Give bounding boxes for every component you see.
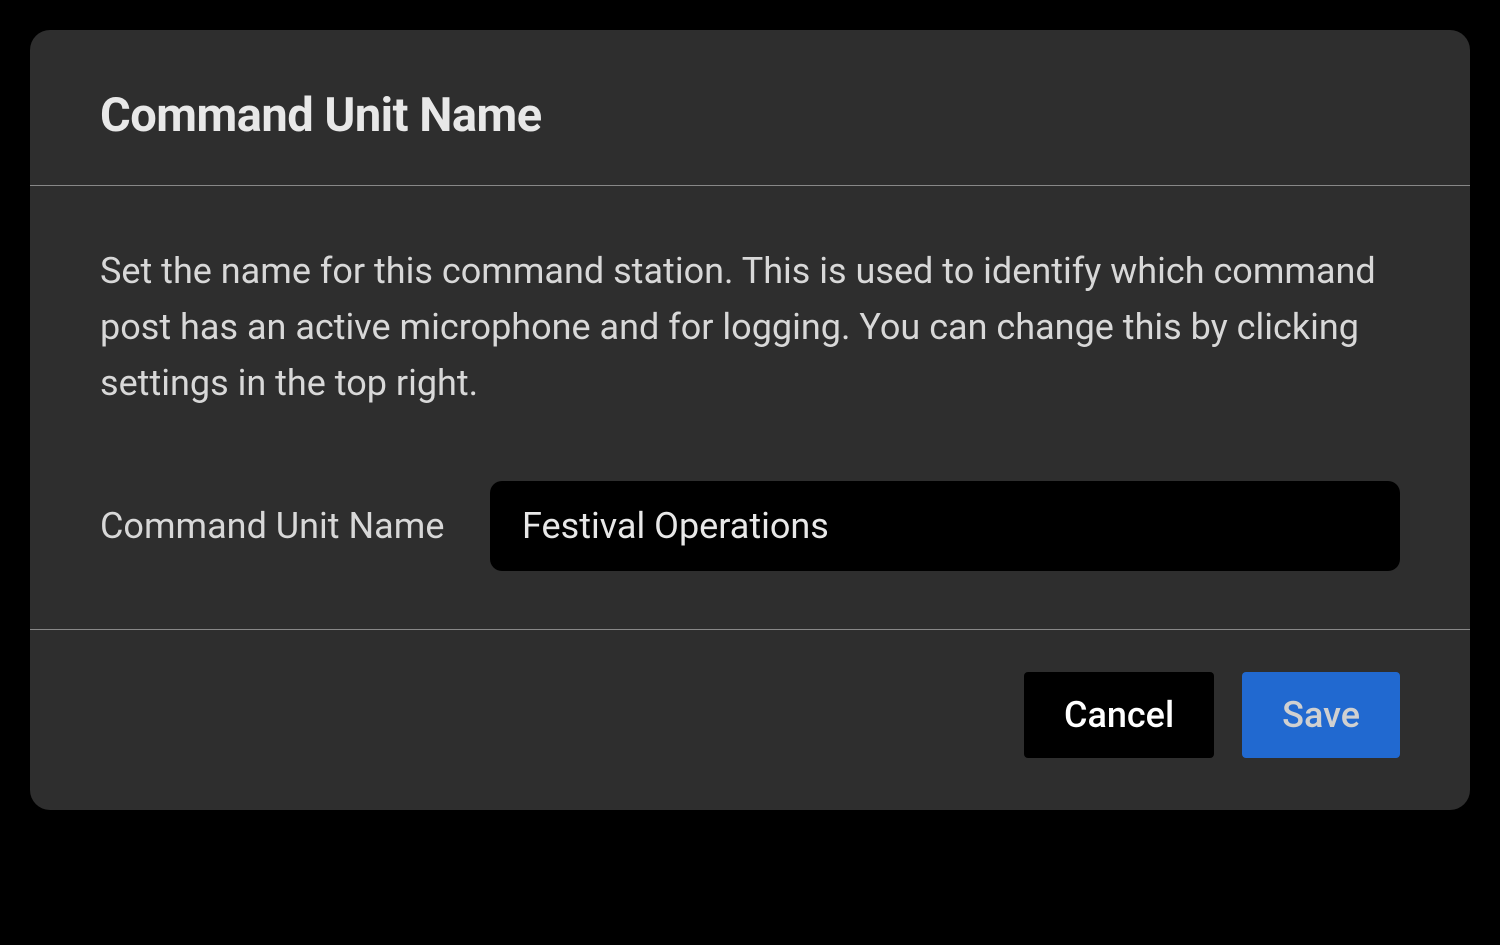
command-unit-name-modal: Command Unit Name Set the name for this …: [30, 30, 1470, 810]
modal-body: Set the name for this command station. T…: [30, 186, 1470, 629]
modal-title: Command Unit Name: [100, 88, 1400, 143]
cancel-button[interactable]: Cancel: [1024, 672, 1214, 758]
command-unit-name-label: Command Unit Name: [100, 499, 450, 553]
modal-header: Command Unit Name: [30, 30, 1470, 185]
modal-footer: Cancel Save: [30, 630, 1470, 810]
form-row: Command Unit Name: [100, 481, 1400, 571]
command-unit-name-input[interactable]: [490, 481, 1400, 571]
modal-description: Set the name for this command station. T…: [100, 244, 1400, 411]
save-button[interactable]: Save: [1242, 672, 1400, 758]
